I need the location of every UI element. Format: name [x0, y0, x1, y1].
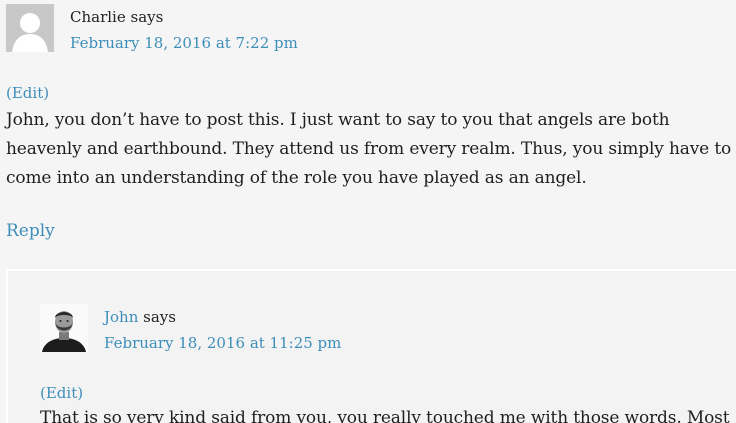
reply-says-label: says — [143, 308, 176, 326]
comment-edit-link[interactable]: (Edit) — [6, 84, 49, 102]
comment-author-name: Charlie — [70, 8, 126, 26]
reply-body-text: That is so very kind said from you, you … — [40, 408, 730, 423]
reply-edit-link[interactable]: (Edit) — [40, 384, 83, 402]
user-photo-avatar — [40, 304, 88, 352]
reply-button[interactable]: Reply — [6, 220, 55, 242]
comment-date-link[interactable]: February 18, 2016 at 7:22 pm — [70, 34, 298, 52]
default-avatar-icon — [6, 4, 54, 52]
reply-date-link[interactable]: February 18, 2016 at 11:25 pm — [104, 334, 341, 352]
comment-author-line: Charlie says — [70, 8, 163, 26]
reply-author-link[interactable]: John — [104, 308, 138, 326]
comment-body-text: John, you don’t have to post this. I jus… — [6, 110, 732, 188]
comment-says-label: says — [130, 8, 164, 26]
reply-author-line: John says — [104, 308, 176, 326]
